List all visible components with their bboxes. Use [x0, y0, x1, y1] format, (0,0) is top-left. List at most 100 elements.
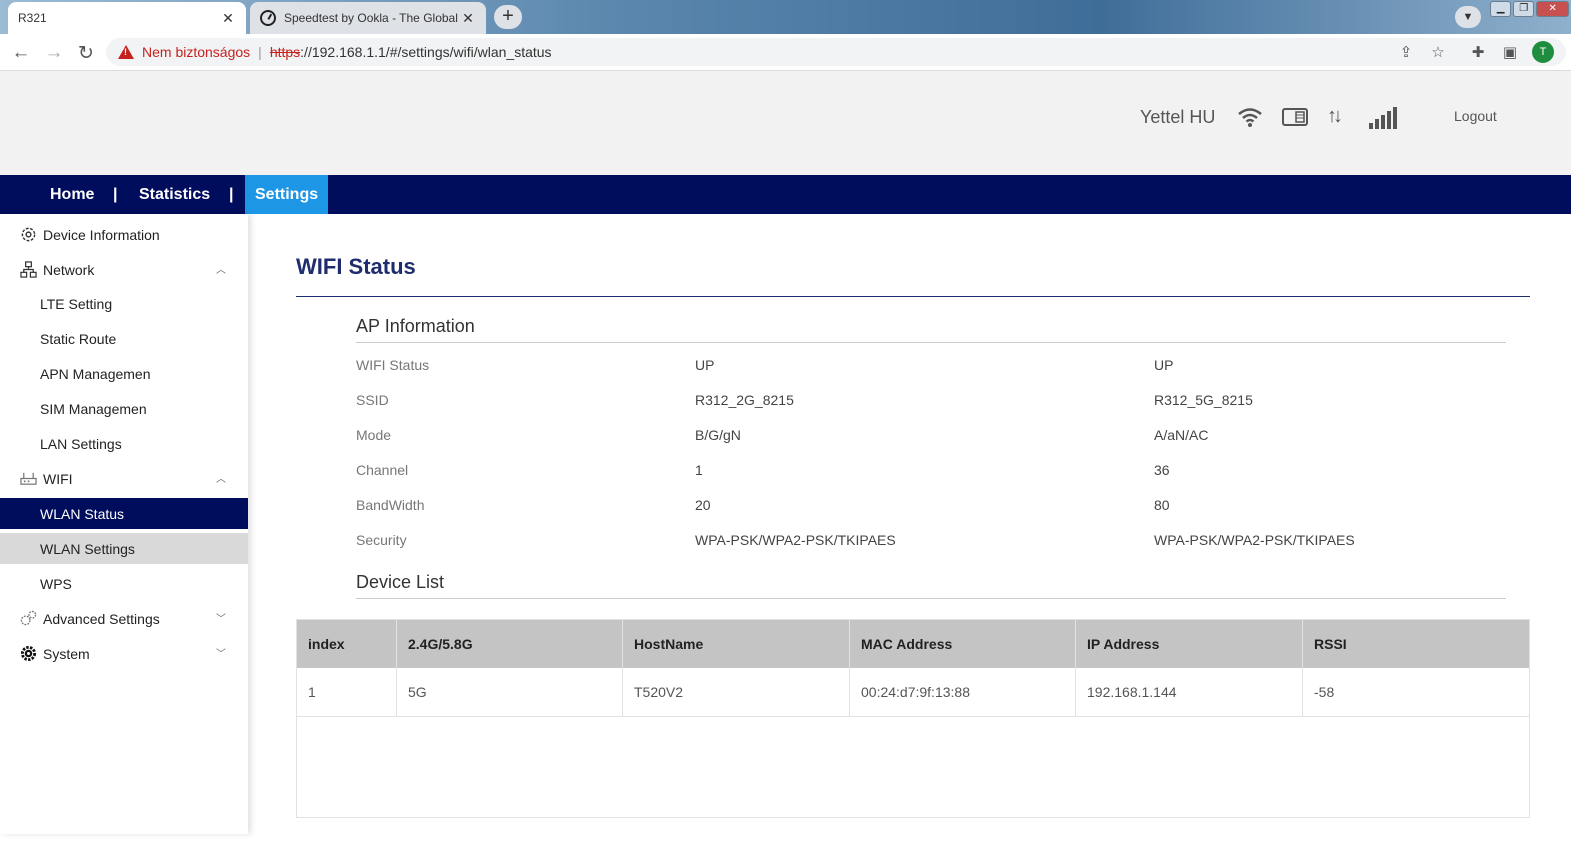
minimize-icon[interactable]: ▁	[1490, 1, 1512, 17]
cog-icon	[20, 645, 37, 662]
sidebar-item-label: WLAN Settings	[40, 540, 135, 557]
ap-row-label: Mode	[356, 427, 392, 443]
side-panel-icon[interactable]: ▣	[1494, 43, 1526, 61]
nav-home[interactable]: Home	[50, 175, 94, 214]
page-title: WIFI Status	[296, 254, 416, 279]
ap-row-label: SSID	[356, 392, 389, 408]
sidebar-item-label: Network	[43, 261, 95, 278]
sidebar-item-wps[interactable]: WPS	[0, 568, 248, 599]
bookmark-star-icon[interactable]: ☆	[1422, 43, 1454, 61]
sidebar-item-lte-setting[interactable]: LTE Setting	[0, 288, 248, 319]
ap-value-5g: R312_5G_8215	[1154, 392, 1253, 408]
chevron-down-icon: ﹀	[216, 614, 226, 625]
sidebar-item-label: APN Managemen	[40, 365, 151, 382]
ap-row-channel: Channel 1 36	[356, 462, 1506, 497]
sidebar-item-label: LAN Settings	[40, 435, 122, 452]
signal-strength-icon	[1369, 105, 1397, 129]
tab-r321[interactable]: R321 ✕	[8, 2, 246, 34]
sidebar-item-wlan-status[interactable]: WLAN Status	[0, 498, 248, 529]
cell-hostname: T520V2	[634, 684, 684, 700]
nav-separator: |	[229, 186, 234, 203]
share-icon[interactable]: ⇪	[1390, 43, 1422, 61]
sidebar-item-network[interactable]: Network ︿	[0, 254, 248, 285]
address-bar[interactable]: Nem biztonságos | https ://192.168.1.1/#…	[106, 38, 1566, 66]
ap-value-2g: R312_2G_8215	[695, 392, 794, 408]
tab-speedtest[interactable]: Speedtest by Ookla - The Global ✕	[250, 2, 486, 34]
ap-row-mode: Mode B/G/gN A/aN/AC	[356, 427, 1506, 462]
close-icon[interactable]: ✕	[460, 10, 476, 27]
restore-icon[interactable]: ❐	[1513, 1, 1535, 17]
ap-row-label: WIFI Status	[356, 357, 430, 373]
data-transfer-icon: ↑↓	[1327, 105, 1343, 127]
omnibox-actions: ⇪ ☆ ✚ ▣ T	[1390, 38, 1566, 66]
column-header-ip: IP Address	[1087, 636, 1160, 652]
forward-arrow-icon[interactable]: →	[43, 42, 65, 64]
sidebar-item-advanced-settings[interactable]: Advanced Settings ﹀	[0, 603, 248, 634]
sidebar-item-lan-settings[interactable]: LAN Settings	[0, 428, 248, 459]
warning-icon	[118, 45, 134, 59]
ap-row-label: BandWidth	[356, 497, 425, 513]
ap-value-5g: A/aN/AC	[1154, 427, 1209, 443]
cell-mac: 00:24:d7:9f:13:88	[861, 684, 970, 700]
chevron-down-icon: ﹀	[216, 649, 226, 660]
not-secure-label[interactable]: Nem biztonságos	[142, 44, 250, 60]
sidebar-item-static-route[interactable]: Static Route	[0, 323, 248, 354]
speedtest-favicon-icon	[260, 10, 276, 26]
url-scheme: https	[269, 44, 301, 60]
sidebar-item-label: System	[43, 645, 90, 662]
column-divider	[1075, 620, 1076, 717]
tab-search-chevron-icon[interactable]: ▼	[1455, 6, 1481, 28]
omnibox-separator: |	[258, 44, 262, 60]
ap-row-ssid: SSID R312_2G_8215 R312_5G_8215	[356, 392, 1506, 427]
sidebar-item-sim-management[interactable]: SIM Managemen	[0, 393, 248, 424]
column-divider	[622, 620, 623, 717]
back-arrow-icon[interactable]: ←	[10, 42, 32, 64]
main-content: WIFI Status AP Information WIFI Status U…	[248, 214, 1571, 846]
sidebar-item-system[interactable]: System ﹀	[0, 638, 248, 669]
close-icon[interactable]: ✕	[220, 10, 236, 27]
title-divider	[296, 296, 1530, 297]
profile-avatar[interactable]: T	[1532, 41, 1554, 63]
browser-toolbar: ← → ↻ Nem biztonságos | https ://192.168…	[0, 34, 1571, 71]
url-path: ://192.168.1.1/#/settings/wifi/wlan_stat…	[300, 44, 552, 60]
ap-value-5g: 80	[1154, 497, 1170, 513]
ap-value-5g: WPA-PSK/WPA2-PSK/TKIPAES	[1154, 532, 1355, 548]
sidebar-item-label: Static Route	[40, 330, 117, 347]
carrier-name: Yettel HU	[1140, 107, 1216, 127]
device-list-heading: Device List	[356, 572, 445, 592]
tab-title: R321	[18, 11, 47, 25]
ap-value-5g: UP	[1154, 357, 1174, 373]
main-nav: Home | Statistics | Settings	[0, 175, 1571, 214]
sidebar-item-wifi[interactable]: WIFI ︿	[0, 463, 248, 494]
nav-separator: |	[113, 186, 118, 203]
logout-link[interactable]: Logout	[1454, 108, 1497, 124]
cell-rssi: -58	[1314, 684, 1335, 700]
ap-row-wifi-status: WIFI Status UP UP	[356, 357, 1506, 392]
window-close-icon[interactable]: ✕	[1536, 1, 1570, 17]
column-divider	[396, 620, 397, 717]
sidebar-item-wlan-settings[interactable]: WLAN Settings	[0, 533, 248, 564]
new-tab-button[interactable]: +	[494, 5, 522, 29]
ap-value-2g: B/G/gN	[695, 427, 741, 443]
nav-settings[interactable]: Settings	[245, 175, 329, 214]
section-divider	[356, 342, 1506, 343]
chevron-up-icon: ︿	[216, 474, 226, 485]
ap-value-2g: UP	[695, 357, 715, 373]
column-header-band: 2.4G/5.8G	[408, 636, 473, 652]
section-divider	[356, 598, 1506, 599]
table-header: index 2.4G/5.8G HostName MAC Address IP …	[297, 620, 1529, 668]
tab-title: Speedtest by Ookla - The Global	[284, 11, 458, 25]
sidebar-item-label: WPS	[40, 575, 72, 592]
reload-icon[interactable]: ↻	[75, 42, 97, 65]
cell-index: 1	[308, 684, 316, 700]
gear-icon	[21, 227, 36, 242]
nav-statistics[interactable]: Statistics	[139, 175, 210, 214]
window-controls: ▁ ❐ ✕	[1490, 1, 1571, 19]
sim-card-icon	[1282, 108, 1308, 126]
sidebar-item-apn-management[interactable]: APN Managemen	[0, 358, 248, 389]
sidebar-item-label: LTE Setting	[40, 295, 113, 312]
column-header-mac: MAC Address	[861, 636, 953, 652]
sidebar-item-device-information[interactable]: Device Information	[0, 219, 248, 250]
cell-band: 5G	[408, 684, 427, 700]
extensions-puzzle-icon[interactable]: ✚	[1462, 43, 1494, 61]
